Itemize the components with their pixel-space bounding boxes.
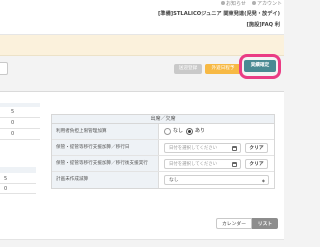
date-placeholder: 日付を選択してください bbox=[169, 162, 218, 167]
select-value: なし bbox=[169, 178, 179, 183]
row-label: 利用者負担上限管理加算 bbox=[52, 124, 159, 139]
list-item[interactable]: 0 bbox=[0, 118, 40, 129]
clear-button[interactable]: クリア bbox=[245, 159, 268, 169]
section-title: 出席／欠席 bbox=[52, 115, 274, 124]
attendance-table: 出席／欠席 利用者負担上限管理加算 なし あり 保管・提管等移行支援加算／移行日… bbox=[51, 114, 275, 189]
nav-notice-link[interactable]: お知らせ bbox=[221, 0, 246, 8]
list-item-value: 5 bbox=[4, 176, 8, 182]
plan-reduction-select[interactable]: なし ◆ bbox=[164, 175, 269, 185]
company-name: [準備]STLALICOジュニア 関東発達(児発・放デイ) bbox=[158, 11, 280, 17]
date-placeholder: 日付を選択してください bbox=[169, 146, 218, 151]
row-value: なし ◆ bbox=[164, 172, 274, 188]
table-row: 保管・提管等移行支援加算／移行日 日付を選択してください クリア bbox=[52, 140, 274, 156]
nav-account-link[interactable]: アカウント bbox=[252, 0, 282, 8]
list-item-value: 5 bbox=[11, 109, 15, 115]
radio-yes[interactable] bbox=[186, 128, 193, 135]
calendar-icon[interactable] bbox=[232, 162, 237, 167]
row-value: 日付を選択してください クリア bbox=[164, 140, 274, 155]
list-item-value: 0 bbox=[11, 120, 15, 126]
search-input[interactable] bbox=[0, 62, 8, 75]
calendar-view-button[interactable]: カレンダー bbox=[216, 218, 252, 229]
list-item[interactable]: 5 bbox=[0, 107, 40, 118]
row-value: なし あり bbox=[164, 124, 274, 139]
table-row: 計画未作成減算 なし ◆ bbox=[52, 172, 274, 188]
list-item[interactable]: 0 bbox=[0, 129, 40, 140]
user-icon bbox=[252, 1, 256, 5]
footer-strip bbox=[0, 239, 284, 247]
radio-none[interactable] bbox=[164, 128, 171, 135]
date-input[interactable]: 日付を選択してください bbox=[164, 143, 241, 153]
list-view-button[interactable]: リスト bbox=[252, 218, 278, 229]
table-row: 保管・提管等移行支援加算／移行後支援実行 日付を選択してください クリア bbox=[52, 156, 274, 172]
clear-button[interactable]: クリア bbox=[245, 143, 268, 153]
row-label: 保管・提管等移行支援加算／移行日 bbox=[52, 140, 159, 155]
row-label: 計画未作成減算 bbox=[52, 172, 159, 188]
radio-none-label: なし bbox=[173, 128, 184, 134]
info-band bbox=[0, 35, 284, 56]
date-input[interactable]: 日付を選択してください bbox=[164, 159, 241, 169]
outing-schedule-button[interactable]: 外遊日程予 bbox=[205, 64, 241, 74]
calendar-icon[interactable] bbox=[232, 146, 237, 151]
left-list-header-2 bbox=[0, 167, 36, 173]
view-toggle: カレンダー リスト bbox=[216, 218, 278, 229]
row-label: 保管・提管等移行支援加算／移行後支援実行 bbox=[52, 156, 159, 171]
table-row: 利用者負担上限管理加算 なし あり bbox=[52, 124, 274, 140]
company-subtitle: [施設]FAQ 利 bbox=[246, 22, 280, 28]
confirm-results-button[interactable]: 実績確定 bbox=[244, 60, 276, 72]
list-item[interactable]: 5 bbox=[0, 174, 36, 184]
row-value: 日付を選択してください クリア bbox=[164, 156, 274, 171]
chevron-down-icon: ◆ bbox=[261, 178, 265, 183]
bell-icon bbox=[221, 1, 225, 5]
list-item[interactable]: 0 bbox=[0, 184, 36, 194]
list-item-value: 0 bbox=[11, 131, 15, 137]
nav-notice-label: お知らせ bbox=[226, 1, 246, 7]
list-item-value: 0 bbox=[4, 186, 8, 192]
nav-account-label: アカウント bbox=[257, 1, 283, 7]
radio-yes-label: あり bbox=[195, 128, 206, 134]
transport-register-button[interactable]: 送迎登録 bbox=[174, 64, 202, 74]
